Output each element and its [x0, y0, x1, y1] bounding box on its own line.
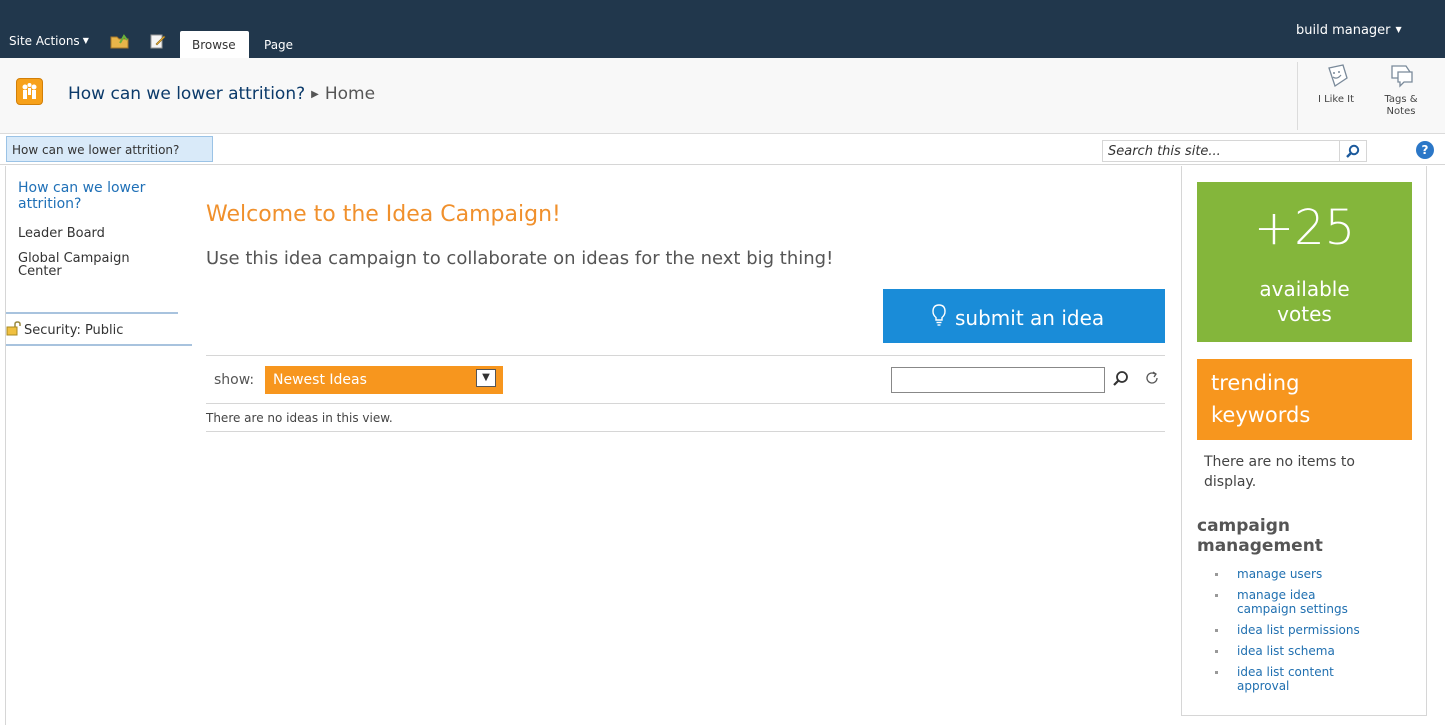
campaign-management-links: manage users manage idea campaign setting… [1214, 567, 1414, 700]
intro-text: Use this idea campaign to collaborate on… [206, 248, 834, 269]
divider [1297, 62, 1298, 130]
site-actions-label: Site Actions [9, 34, 80, 48]
search-button[interactable] [1340, 140, 1367, 162]
tags-notes-icon [1391, 65, 1413, 88]
idea-list-permissions-link[interactable]: idea list permissions [1214, 623, 1414, 637]
breadcrumb-site-link[interactable]: How can we lower attrition? [68, 84, 305, 104]
divider [206, 355, 1165, 356]
idea-list-schema-link[interactable]: idea list schema [1214, 644, 1414, 658]
show-filter-label: show: [214, 372, 255, 388]
idea-search-input[interactable] [891, 367, 1105, 393]
breadcrumb-current-page: Home [324, 84, 376, 104]
chevron-down-icon: ▼ [82, 36, 89, 45]
unlocked-padlock-icon [6, 321, 21, 336]
chevron-down-icon: ▼ [1395, 25, 1402, 34]
tab-page[interactable]: Page [264, 38, 293, 52]
lightbulb-icon [932, 304, 946, 326]
i-like-it-label: I Like It [1317, 94, 1355, 105]
manage-campaign-settings-link[interactable]: manage idea campaign settings [1214, 588, 1414, 616]
trending-keywords-header: trending keywords [1197, 359, 1412, 440]
trending-empty-message: There are no items to display. [1204, 454, 1355, 490]
site-actions-menu[interactable]: Site Actions ▼ [9, 34, 89, 48]
top-nav: How can we lower attrition? Search this … [0, 135, 1445, 165]
user-name: build manager [1296, 23, 1391, 38]
refresh-icon[interactable] [1144, 370, 1160, 386]
top-nav-tab-home[interactable]: How can we lower attrition? [6, 136, 213, 162]
breadcrumb: How can we lower attrition? ▶ Home [68, 84, 375, 104]
show-filter-value: Newest Ideas [273, 372, 367, 388]
breadcrumb-separator-icon: ▶ [311, 89, 319, 100]
show-filter-select[interactable]: Newest Ideas [265, 366, 503, 394]
site-search-input[interactable]: Search this site... [1102, 140, 1340, 162]
campaign-management-heading: campaign management [1197, 516, 1323, 556]
quick-launch-item-global-campaign-center[interactable]: Global Campaign Center [18, 252, 158, 278]
search-icon[interactable] [1112, 370, 1130, 388]
chevron-down-icon[interactable]: ▼ [476, 369, 496, 387]
help-icon[interactable]: ? [1416, 141, 1434, 159]
security-status: Security: Public [6, 321, 123, 338]
search-icon [1346, 144, 1360, 158]
divider [6, 312, 178, 314]
submit-idea-button[interactable]: submit an idea [883, 289, 1165, 343]
edit-page-icon[interactable] [150, 33, 166, 49]
submit-idea-label: submit an idea [955, 306, 1105, 330]
ribbon-bar: Site Actions ▼ Browse Page build manager ▼ [0, 0, 1445, 58]
site-logo-icon[interactable] [16, 78, 43, 105]
tags-notes-label: Tags & Notes [1384, 94, 1418, 117]
idea-list-content-approval-link[interactable]: idea list content approval [1214, 665, 1414, 693]
tab-browse[interactable]: Browse [180, 31, 249, 58]
page-title: Welcome to the Idea Campaign! [206, 202, 561, 227]
quick-launch-item-campaign[interactable]: How can we lower attrition? [18, 180, 183, 212]
user-menu[interactable]: build manager ▼ [1296, 23, 1402, 38]
votes-label: available votes [1259, 277, 1350, 326]
votes-count: +25 [1253, 200, 1356, 256]
divider [206, 431, 1165, 432]
divider [206, 403, 1165, 404]
security-label: Security: Public [24, 323, 124, 338]
i-like-it-button[interactable]: I Like It [1308, 62, 1364, 106]
tags-notes-button[interactable]: Tags & Notes [1377, 62, 1425, 118]
available-votes-tile: +25 available votes [1197, 182, 1412, 342]
i-like-it-icon [1328, 64, 1348, 88]
quick-launch: How can we lower attrition? Leader Board … [5, 166, 192, 725]
quick-launch-item-leader-board[interactable]: Leader Board [18, 226, 105, 241]
navigate-up-icon[interactable] [110, 33, 130, 49]
manage-users-link[interactable]: manage users [1214, 567, 1414, 581]
divider [6, 344, 192, 346]
title-area: How can we lower attrition? ▶ Home I Like … [0, 58, 1445, 134]
empty-ideas-message: There are no ideas in this view. [206, 411, 393, 425]
